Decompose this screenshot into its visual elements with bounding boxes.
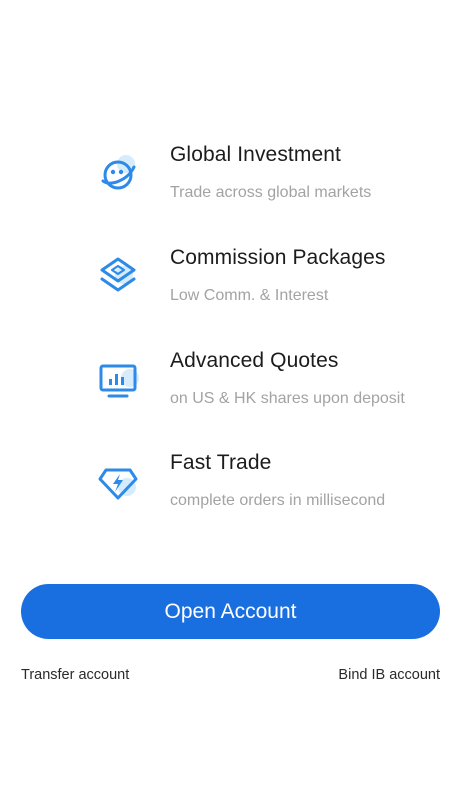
bind-ib-account-link[interactable]: Bind IB account [338,667,440,683]
feature-title: Global Investment [170,143,341,166]
feature-title: Advanced Quotes [170,349,339,372]
feature-description: Low Comm. & Interest [170,287,329,304]
transfer-account-link[interactable]: Transfer account [21,667,129,683]
layers-icon [96,253,144,301]
feature-description: on US & HK shares upon deposit [170,390,405,407]
feature-description: complete orders in millisecond [170,492,386,509]
feature-description: Trade across global markets [170,184,372,201]
globe-planet-icon [96,150,144,198]
monitor-chart-icon [96,356,144,404]
feature-title: Commission Packages [170,246,386,269]
open-account-button[interactable]: Open Account [21,584,440,639]
diamond-lightning-icon [96,458,144,506]
feature-title: Fast Trade [170,451,272,474]
